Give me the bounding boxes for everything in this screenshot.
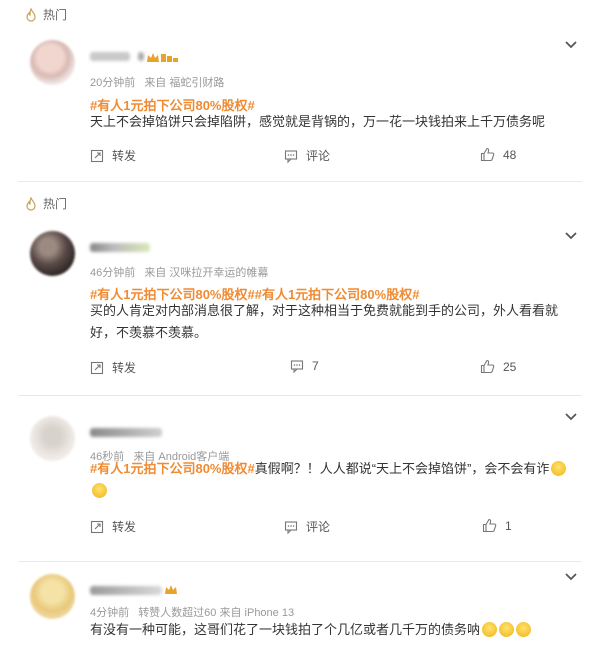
avatar[interactable]	[30, 416, 75, 461]
comment-icon	[290, 360, 304, 373]
like-icon	[482, 518, 497, 533]
like-count: 25	[503, 359, 517, 374]
comment-card: 热门 46分钟前 来自 汉咪拉开幸运的帷幕 #有人1元拍下公司80%股权##有人…	[0, 189, 600, 394]
chevron-down-icon[interactable]	[564, 40, 578, 50]
chevron-down-icon[interactable]	[564, 412, 578, 422]
repost-button[interactable]: 转发	[90, 359, 136, 376]
hot-label: 热门	[43, 8, 68, 22]
comment-text: 有没有一种可能，这哥们花了一块钱拍了个几亿或者几千万的债务呐	[90, 619, 580, 641]
repost-icon	[90, 149, 104, 162]
username[interactable]	[90, 428, 162, 437]
repost-button[interactable]: 转发	[90, 518, 136, 535]
avatar[interactable]	[30, 574, 75, 619]
comment-text: #有人1元拍下公司80%股权#真假啊？！人人都说“天上不会掉馅饼”，会不会有诈	[90, 458, 580, 502]
chevron-down-icon[interactable]	[564, 572, 578, 582]
comment-body: 真假啊？！人人都说“天上不会掉馅饼”，会不会有诈	[254, 461, 550, 476]
like-button[interactable]: 25	[480, 359, 516, 374]
comment-icon	[284, 149, 298, 163]
hot-badge: 热门	[24, 6, 67, 23]
source: 来自 汉咪拉开幸运的帷幕	[144, 267, 269, 279]
comment-card: 4分钟前 转赞人数超过60 来自 iPhone 13 有没有一种可能，这哥们花了…	[0, 562, 600, 661]
like-icon	[480, 147, 495, 162]
comment-button[interactable]: 评论	[284, 147, 330, 164]
fire-icon	[26, 196, 36, 211]
repost-label: 转发	[112, 361, 137, 375]
laugh-emoji-icon	[499, 622, 515, 637]
surprised-emoji-icon	[551, 461, 567, 476]
chevron-down-icon[interactable]	[564, 231, 578, 241]
timestamp: 20分钟前	[90, 77, 136, 89]
comment-card: 热门 20分钟前 来自 福蛇引财路 #有人1元拍下公司80%股权# 天上不会掉馅…	[0, 0, 600, 180]
comment-card: 46秒前 来自 Android客户端 #有人1元拍下公司80%股权#真假啊？！人…	[0, 396, 600, 566]
repost-icon	[90, 520, 104, 533]
comment-button[interactable]: 7	[290, 359, 319, 373]
source: 来自 福蛇引财路	[144, 77, 225, 89]
hot-badge: 热门	[24, 195, 67, 212]
timestamp: 46分钟前	[90, 267, 136, 279]
like-count: 48	[503, 147, 517, 162]
crown-icon	[165, 585, 177, 594]
comment-text: 天上不会掉馅饼只会掉陷阱，感觉就是背锅的，万一花一块钱拍来上千万债务呢	[90, 114, 546, 129]
username-tail	[138, 52, 144, 61]
timestamp: 4分钟前	[90, 607, 130, 619]
like-button[interactable]: 1	[482, 518, 512, 533]
comment-body: 有没有一种可能，这哥们花了一块钱拍了个几亿或者几千万的债务呐	[90, 622, 481, 637]
laugh-emoji-icon	[516, 622, 532, 637]
hot-label: 热门	[43, 197, 68, 211]
comment-meta: 4分钟前 转赞人数超过60 来自 iPhone 13	[90, 604, 294, 620]
like-count: 1	[505, 518, 512, 533]
username[interactable]	[90, 586, 162, 595]
comment-meta: 46分钟前 来自 汉咪拉开幸运的帷幕	[90, 264, 268, 280]
comment-text: 买的人肯定对内部消息很了解，对于这种相当于免费就能到手的公司，外人看看就好，不羡…	[90, 303, 559, 340]
hashtag-link[interactable]: #有人1元拍下公司80%股权#	[90, 461, 255, 476]
repost-icon	[90, 361, 104, 374]
repost-label: 转发	[112, 149, 137, 163]
repost-button[interactable]: 转发	[90, 147, 136, 164]
comment-meta: 20分钟前 来自 福蛇引财路	[90, 74, 224, 90]
like-button[interactable]: 48	[480, 147, 516, 162]
repost-label: 转发	[112, 520, 137, 534]
comment-label: 评论	[306, 520, 331, 534]
avatar[interactable]	[30, 231, 75, 276]
source: 转赞人数超过60 来自 iPhone 13	[138, 607, 295, 619]
crown-icon	[147, 53, 178, 62]
username[interactable]	[90, 52, 130, 61]
like-icon	[480, 359, 495, 374]
laugh-emoji-icon	[482, 622, 498, 637]
avatar[interactable]	[30, 40, 75, 85]
surprised-emoji-icon	[92, 483, 107, 498]
divider	[18, 181, 582, 182]
comment-count: 7	[312, 359, 319, 373]
username[interactable]	[90, 243, 150, 252]
comment-icon	[284, 520, 298, 534]
fire-icon	[26, 7, 36, 22]
comment-label: 评论	[306, 149, 331, 163]
comment-button[interactable]: 评论	[284, 518, 330, 535]
